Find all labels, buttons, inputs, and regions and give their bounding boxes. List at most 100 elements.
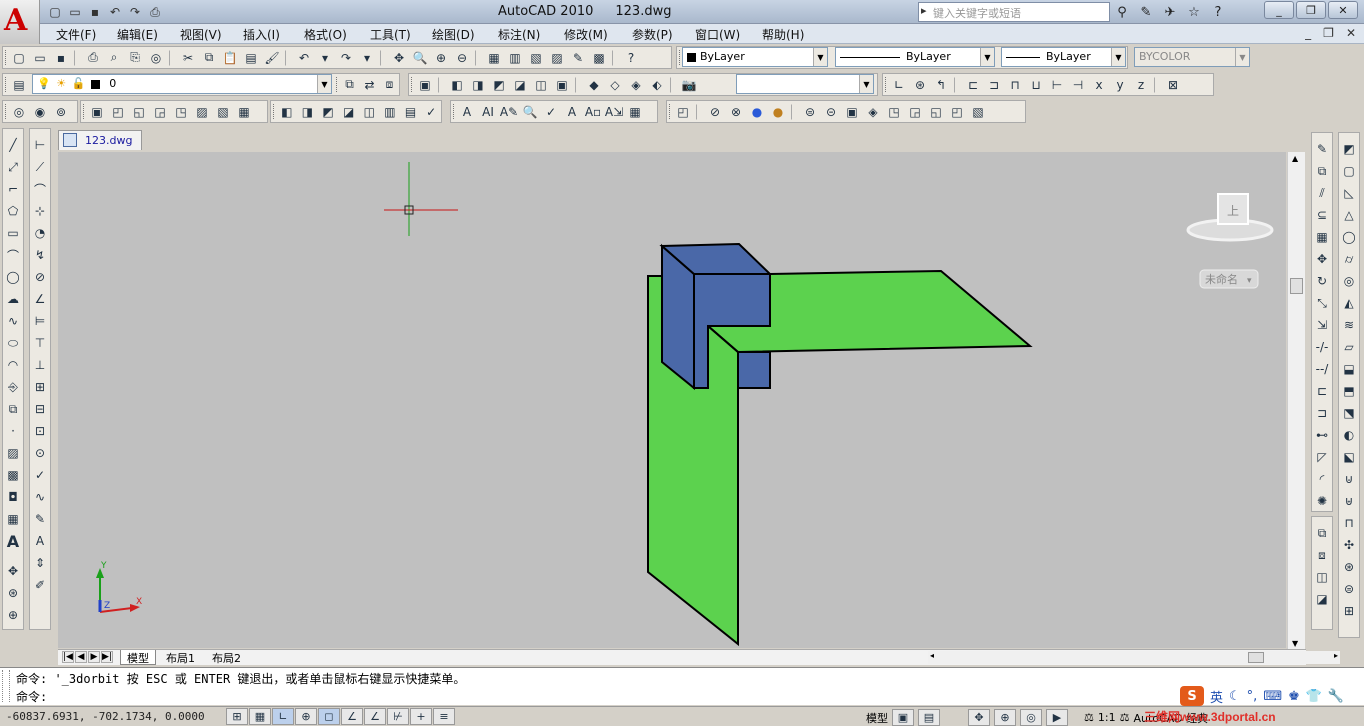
chevron-down-icon[interactable]: ▼ <box>980 48 994 66</box>
linetype-control[interactable]: ByLayer ▼ <box>835 47 995 67</box>
shirt-icon[interactable]: 👕 <box>1306 689 1322 704</box>
ucs-zaxis-icon[interactable]: ⊢ <box>1047 75 1067 94</box>
open-icon[interactable]: ▭ <box>30 48 50 67</box>
zoom-realtime-icon[interactable]: 🔍 <box>410 48 430 67</box>
imprint-icon[interactable]: ◪ <box>339 102 359 121</box>
union-icon[interactable]: ▣ <box>87 102 107 121</box>
annotation-visibility-icon[interactable]: ⚖ <box>1120 711 1130 724</box>
send-under-icon[interactable]: ◪ <box>1312 589 1332 609</box>
menu-parametric[interactable]: 参数(P) <box>632 26 673 43</box>
lwt-toggle[interactable]: ≡ <box>433 708 455 725</box>
cone-icon[interactable]: △ <box>1339 205 1359 225</box>
menu-modify[interactable]: 修改(M) <box>564 26 608 43</box>
showmotion-icon[interactable]: ▶ <box>1046 709 1068 726</box>
ucs-origin-icon[interactable]: ⊔ <box>1026 75 1046 94</box>
ucs-world-icon[interactable]: ⊛ <box>910 75 930 94</box>
check-icon[interactable]: ✓ <box>421 102 441 121</box>
communication-icon[interactable]: ✈ <box>1160 3 1180 21</box>
inspection-icon[interactable]: ✓ <box>30 465 50 485</box>
next-tab-icon[interactable]: ▶ <box>88 651 100 663</box>
polysolid-icon[interactable]: ◩ <box>1339 139 1359 159</box>
break-at-point-icon[interactable]: ⊏ <box>1312 381 1332 401</box>
wedge-icon[interactable]: ◺ <box>1339 183 1359 203</box>
chamfer-icon[interactable]: ◸ <box>1312 447 1332 467</box>
rectangle-icon[interactable]: ▭ <box>3 223 23 243</box>
osnap-toggle[interactable]: ◻ <box>318 708 340 725</box>
scroll-down-icon[interactable]: ▼ <box>1292 639 1298 648</box>
render-window-icon[interactable]: ▧ <box>968 102 988 121</box>
ime-language[interactable]: 英 <box>1210 687 1223 706</box>
stretch-icon[interactable]: ⇲ <box>1312 315 1332 335</box>
publish-icon[interactable]: ⎘ <box>125 48 145 67</box>
plot-icon[interactable]: ⎙ <box>83 48 103 67</box>
tool-palettes-icon[interactable]: ▧ <box>526 48 546 67</box>
3d-move-icon[interactable]: ✣ <box>1339 535 1359 555</box>
tab-layout1[interactable]: 布局1 <box>160 650 201 665</box>
color-control[interactable]: ByLayer ▼ <box>682 47 828 67</box>
otrack-toggle[interactable]: ∠ <box>364 708 386 725</box>
snap-toggle[interactable]: ⊞ <box>226 708 248 725</box>
copy-icon[interactable]: ⧉ <box>199 48 219 67</box>
planar-surface-icon[interactable]: ▱ <box>1339 337 1359 357</box>
find-icon[interactable]: 🔍 <box>520 102 540 121</box>
materials-icon[interactable]: ● <box>747 102 767 121</box>
spell-check-icon[interactable]: ✓ <box>541 102 561 121</box>
fillet-icon[interactable]: ◜ <box>1312 469 1332 489</box>
drawing-canvas[interactable]: 上 未命名 ▾ Y X Z <box>58 152 1286 648</box>
copy-icon[interactable]: ⧉ <box>1312 161 1332 181</box>
binoculars-icon[interactable]: ⚲ <box>1112 3 1132 21</box>
menu-format[interactable]: 格式(O) <box>304 26 347 43</box>
mtext-icon[interactable]: A <box>3 531 23 551</box>
presspull-icon[interactable]: ⬒ <box>1339 381 1359 401</box>
render-region-icon[interactable]: ▣ <box>842 102 862 121</box>
offset-faces-icon[interactable]: ▨ <box>192 102 212 121</box>
linear-dimension-icon[interactable]: ⊢ <box>30 135 50 155</box>
menu-file[interactable]: 文件(F) <box>56 26 96 43</box>
continuous-orbit-icon[interactable]: ⊚ <box>51 102 71 121</box>
help-icon[interactable]: ? <box>1208 3 1228 21</box>
scroll-thumb[interactable] <box>1248 652 1264 663</box>
make-current-icon[interactable]: ⧉ <box>340 75 359 94</box>
menu-tools[interactable]: 工具(T) <box>370 26 411 43</box>
region-icon[interactable]: ◘ <box>3 487 23 507</box>
scale-text-icon[interactable]: A▫ <box>583 102 603 121</box>
ucs-apply-icon[interactable]: ⊠ <box>1163 75 1183 94</box>
scroll-right-icon[interactable]: ▸ <box>1334 651 1338 660</box>
scroll-up-icon[interactable]: ▲ <box>1292 154 1298 163</box>
ne-iso-icon[interactable]: ◈ <box>626 75 646 94</box>
edit-text-icon[interactable]: A✎ <box>499 102 519 121</box>
dimension-break-icon[interactable]: ⊟ <box>30 399 50 419</box>
rotate-icon[interactable]: ↻ <box>1312 271 1332 291</box>
paste-block-icon[interactable]: ▤ <box>241 48 261 67</box>
explode-icon[interactable]: ✺ <box>1312 491 1332 511</box>
ortho-toggle[interactable]: ∟ <box>272 708 294 725</box>
3d-dwf-icon[interactable]: ◎ <box>146 48 166 67</box>
doc-close-button[interactable]: ✕ <box>1346 26 1356 40</box>
calculator-icon[interactable]: ▩ <box>589 48 609 67</box>
intersect-icon[interactable]: ⊓ <box>1339 513 1359 533</box>
plot-preview-icon[interactable]: ⌕ <box>104 48 124 67</box>
save-icon[interactable]: ▪ <box>51 48 71 67</box>
chevron-down-icon[interactable]: ▼ <box>859 75 873 93</box>
clean-icon[interactable]: ◫ <box>360 102 380 121</box>
ellipse-icon[interactable]: ⬭ <box>3 333 23 353</box>
close-button[interactable]: ✕ <box>1328 1 1358 19</box>
zoom-previous-icon[interactable]: ⊖ <box>452 48 472 67</box>
moon-icon[interactable]: ☾ <box>1229 689 1241 704</box>
point-icon[interactable]: · <box>3 421 23 441</box>
constrained-orbit-icon[interactable]: ◎ <box>9 102 29 121</box>
scroll-left-icon[interactable]: ◂ <box>930 651 934 660</box>
render-icon[interactable]: ◈ <box>863 102 883 121</box>
model-space-label[interactable]: 模型 <box>866 710 888 726</box>
command-grip[interactable] <box>2 670 10 702</box>
arc-icon[interactable]: ⌒ <box>3 245 23 265</box>
hatch-icon[interactable]: ▨ <box>3 443 23 463</box>
zoom-icon[interactable]: ⊕ <box>3 605 23 625</box>
jogged-icon[interactable]: ↯ <box>30 245 50 265</box>
sogou-logo[interactable]: S <box>1180 686 1204 706</box>
menu-window[interactable]: 窗口(W) <box>695 26 740 43</box>
materials-browser-icon[interactable]: ● <box>768 102 788 121</box>
ucs-face-icon[interactable]: ⊏ <box>963 75 983 94</box>
box-lower-face[interactable] <box>737 351 771 389</box>
array-icon[interactable]: ▦ <box>1312 227 1332 247</box>
